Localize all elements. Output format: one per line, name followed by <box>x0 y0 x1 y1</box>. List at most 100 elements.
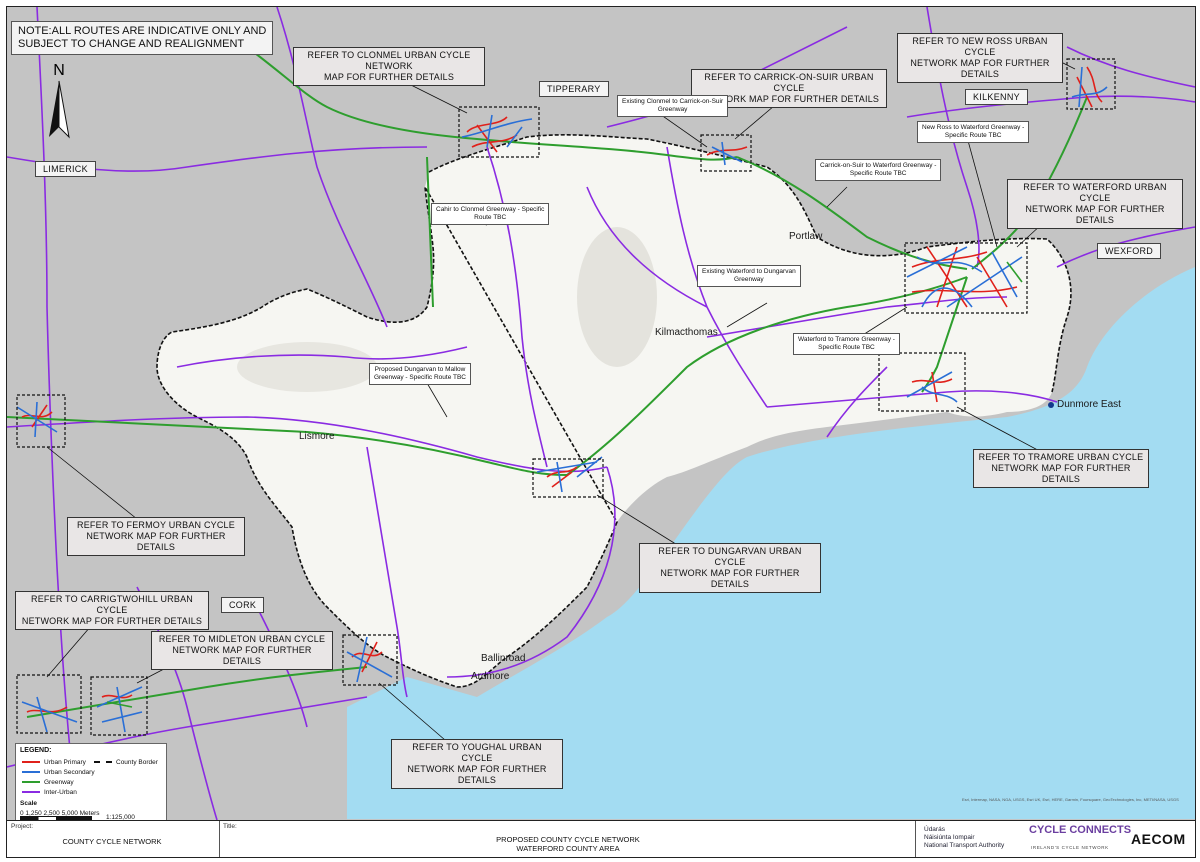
county-label-tipperary: TIPPERARY <box>539 81 609 97</box>
callout-new-ross-line1: REFER TO NEW ROSS URBAN CYCLE <box>912 36 1048 57</box>
label-new-ross-waterford-greenway: New Ross to Waterford Greenway - Specifi… <box>917 121 1030 143</box>
callout-fermoy-line1: REFER TO FERMOY URBAN CYCLE <box>77 520 235 530</box>
route-disclaimer-note: NOTE:ALL ROUTES ARE INDICATIVE ONLY AND … <box>11 21 274 55</box>
legend-title: LEGEND: <box>20 747 52 754</box>
legend-label: Urban Primary <box>44 758 86 766</box>
legend-item-inter-urban: Inter-Urban <box>22 788 77 796</box>
callout-waterford: REFER TO WATERFORD URBAN CYCLE NETWORK M… <box>1007 179 1183 229</box>
legend-label: Greenway <box>44 778 74 786</box>
label-waterford-dungarvan-greenway: Existing Waterford to Dungarvan Greenway <box>697 265 801 287</box>
callout-youghal: REFER TO YOUGHAL URBAN CYCLE NETWORK MAP… <box>391 739 563 789</box>
map-credits: Esri, Intermap, NASA, NGA, USGS, Esri UK… <box>962 797 1179 802</box>
legend-swatch <box>22 791 40 793</box>
callout-dungarvan-line2: NETWORK MAP FOR FURTHER DETAILS <box>660 568 800 589</box>
callout-new-ross: REFER TO NEW ROSS URBAN CYCLE NETWORK MA… <box>897 33 1063 83</box>
label-cahir-clonmel-greenway: Cahir to Clonmel Greenway - Specific Rou… <box>431 203 550 225</box>
lbl-line: Greenway <box>657 106 688 113</box>
nta-logo: Údarás Náisiúnta Iompair National Transp… <box>924 826 1004 850</box>
map-legend: LEGEND: Urban Primary Urban Secondary Gr… <box>15 743 167 829</box>
title-line-1: PROPOSED COUNTY CYCLE NETWORK <box>496 835 640 844</box>
nta-logo-line: Náisiúnta Iompair <box>924 834 975 841</box>
lbl-line: Greenway <box>734 276 764 283</box>
legend-item-greenway: Greenway <box>22 778 74 786</box>
legend-label: Urban Secondary <box>44 768 95 776</box>
callout-youghal-line2: NETWORK MAP FOR FURTHER DETAILS <box>407 764 547 785</box>
north-arrow-icon: N <box>49 62 70 139</box>
callout-youghal-line1: REFER TO YOUGHAL URBAN CYCLE <box>412 742 542 763</box>
callout-waterford-line1: REFER TO WATERFORD URBAN CYCLE <box>1023 182 1167 203</box>
callout-clonmel-line2: MAP FOR FURTHER DETAILS <box>323 72 455 82</box>
place-dunmore-east: Dunmore East <box>1057 399 1121 410</box>
lbl-line: Proposed Dungarvan to Mallow <box>374 366 466 373</box>
lbl-line: Cahir to Clonmel Greenway - Specific <box>436 206 545 213</box>
divider <box>219 821 220 857</box>
callout-tramore: REFER TO TRAMORE URBAN CYCLE NETWORK MAP… <box>973 449 1149 488</box>
legend-swatch <box>22 761 40 763</box>
callout-midleton-line1: REFER TO MIDLETON URBAN CYCLE <box>158 634 326 644</box>
place-ardmore: Ardmore <box>471 671 510 682</box>
callout-new-ross-line2: NETWORK MAP FOR FURTHER DETAILS <box>910 58 1050 79</box>
lbl-line: Specific Route TBC <box>849 170 907 177</box>
title-label: Title: <box>223 823 237 830</box>
cycle-connects-logo: CYCLE CONNECTS <box>1029 824 1132 836</box>
county-label-kilkenny: KILKENNY <box>965 89 1028 105</box>
place-ballinroad: Ballinroad <box>481 653 526 664</box>
lbl-line: Carrick-on-Suir to Waterford Greenway - <box>820 162 937 169</box>
title-block: Project: COUNTY CYCLE NETWORK Title: PRO… <box>7 820 1195 857</box>
place-kilmacthomas: Kilmacthomas <box>655 327 718 338</box>
nta-logo-line: National Transport Authority <box>924 842 1005 849</box>
legend-label: Inter-Urban <box>44 788 77 796</box>
callout-midleton-line2: NETWORK MAP FOR FURTHER DETAILS <box>172 645 312 666</box>
callout-carrigtwohill-line2: NETWORK MAP FOR FURTHER DETAILS <box>21 616 203 626</box>
note-line-1: NOTE:ALL ROUTES ARE INDICATIVE ONLY AND <box>18 25 267 37</box>
place-lismore: Lismore <box>299 431 335 442</box>
lbl-line: Greenway - Specific Route TBC <box>374 374 466 381</box>
callout-tramore-line2: NETWORK MAP FOR FURTHER DETAILS <box>991 463 1131 484</box>
lbl-line: Existing Clonmel to Carrick-on-Suir <box>622 98 724 105</box>
legend-swatch <box>94 761 112 763</box>
lbl-line: Route TBC <box>474 214 507 221</box>
callout-carrigtwohill-line1: REFER TO CARRIGTWOHILL URBAN CYCLE <box>31 594 193 615</box>
legend-item-urban-secondary: Urban Secondary <box>22 768 95 776</box>
lbl-line: Waterford to Tramore Greenway - <box>798 336 895 343</box>
label-carrick-waterford-greenway: Carrick-on-Suir to Waterford Greenway - … <box>815 159 942 181</box>
legend-label: County Border <box>116 758 158 766</box>
mountains-comeragh <box>577 227 657 367</box>
cycle-connects-subtitle: IRELAND'S CYCLE NETWORK <box>1031 845 1109 850</box>
callout-waterford-line2: NETWORK MAP FOR FURTHER DETAILS <box>1025 204 1165 225</box>
lbl-line: Specific Route TBC <box>818 344 875 351</box>
lbl-line: Existing Waterford to Dungarvan <box>702 268 796 275</box>
callout-clonmel: REFER TO CLONMEL URBAN CYCLE NETWORK MAP… <box>293 47 485 86</box>
aecom-logo: AECOM <box>1131 831 1186 847</box>
legend-item-urban-primary: Urban Primary <box>22 758 86 766</box>
callout-fermoy-line2: NETWORK MAP FOR FURTHER DETAILS <box>86 531 226 552</box>
legend-swatch <box>22 781 40 783</box>
county-label-cork: CORK <box>221 597 265 613</box>
county-label-limerick: LIMERICK <box>35 161 96 177</box>
callout-clonmel-line1: REFER TO CLONMEL URBAN CYCLE NETWORK <box>307 50 471 71</box>
callout-fermoy: REFER TO FERMOY URBAN CYCLE NETWORK MAP … <box>67 517 245 556</box>
label-waterford-tramore-greenway: Waterford to Tramore Greenway - Specific… <box>793 333 900 355</box>
label-dungarvan-mallow-greenway: Proposed Dungarvan to Mallow Greenway - … <box>369 363 471 385</box>
callout-tramore-line1: REFER TO TRAMORE URBAN CYCLE <box>978 452 1144 462</box>
divider <box>915 821 916 857</box>
project-value: COUNTY CYCLE NETWORK <box>62 837 162 846</box>
scale-title: Scale <box>20 800 37 807</box>
county-label-wexford: WEXFORD <box>1097 243 1162 259</box>
legend-swatch <box>22 771 40 773</box>
lbl-line: New Ross to Waterford Greenway - <box>922 124 1025 131</box>
callout-carrick-line1: REFER TO CARRICK-ON-SUIR URBAN CYCLE <box>704 72 874 93</box>
callout-carrigtwohill: REFER TO CARRIGTWOHILL URBAN CYCLE NETWO… <box>15 591 209 630</box>
dunmore-east-marker <box>1048 402 1054 408</box>
callout-dungarvan-line1: REFER TO DUNGARVAN URBAN CYCLE <box>658 546 802 567</box>
place-portlaw: Portlaw <box>789 231 823 242</box>
title-line-2: WATERFORD COUNTY AREA <box>516 844 620 853</box>
lbl-line: Specific Route TBC <box>944 132 1002 139</box>
callout-dungarvan: REFER TO DUNGARVAN URBAN CYCLE NETWORK M… <box>639 543 821 593</box>
svg-text:N: N <box>53 62 65 79</box>
project-label: Project: <box>11 823 34 830</box>
legend-item-county-border: County Border <box>94 758 158 766</box>
nta-logo-line: Údarás <box>924 826 945 833</box>
map-sheet: NOTE:ALL ROUTES ARE INDICATIVE ONLY AND … <box>6 6 1196 858</box>
mountains-knockmealdown <box>237 342 377 392</box>
